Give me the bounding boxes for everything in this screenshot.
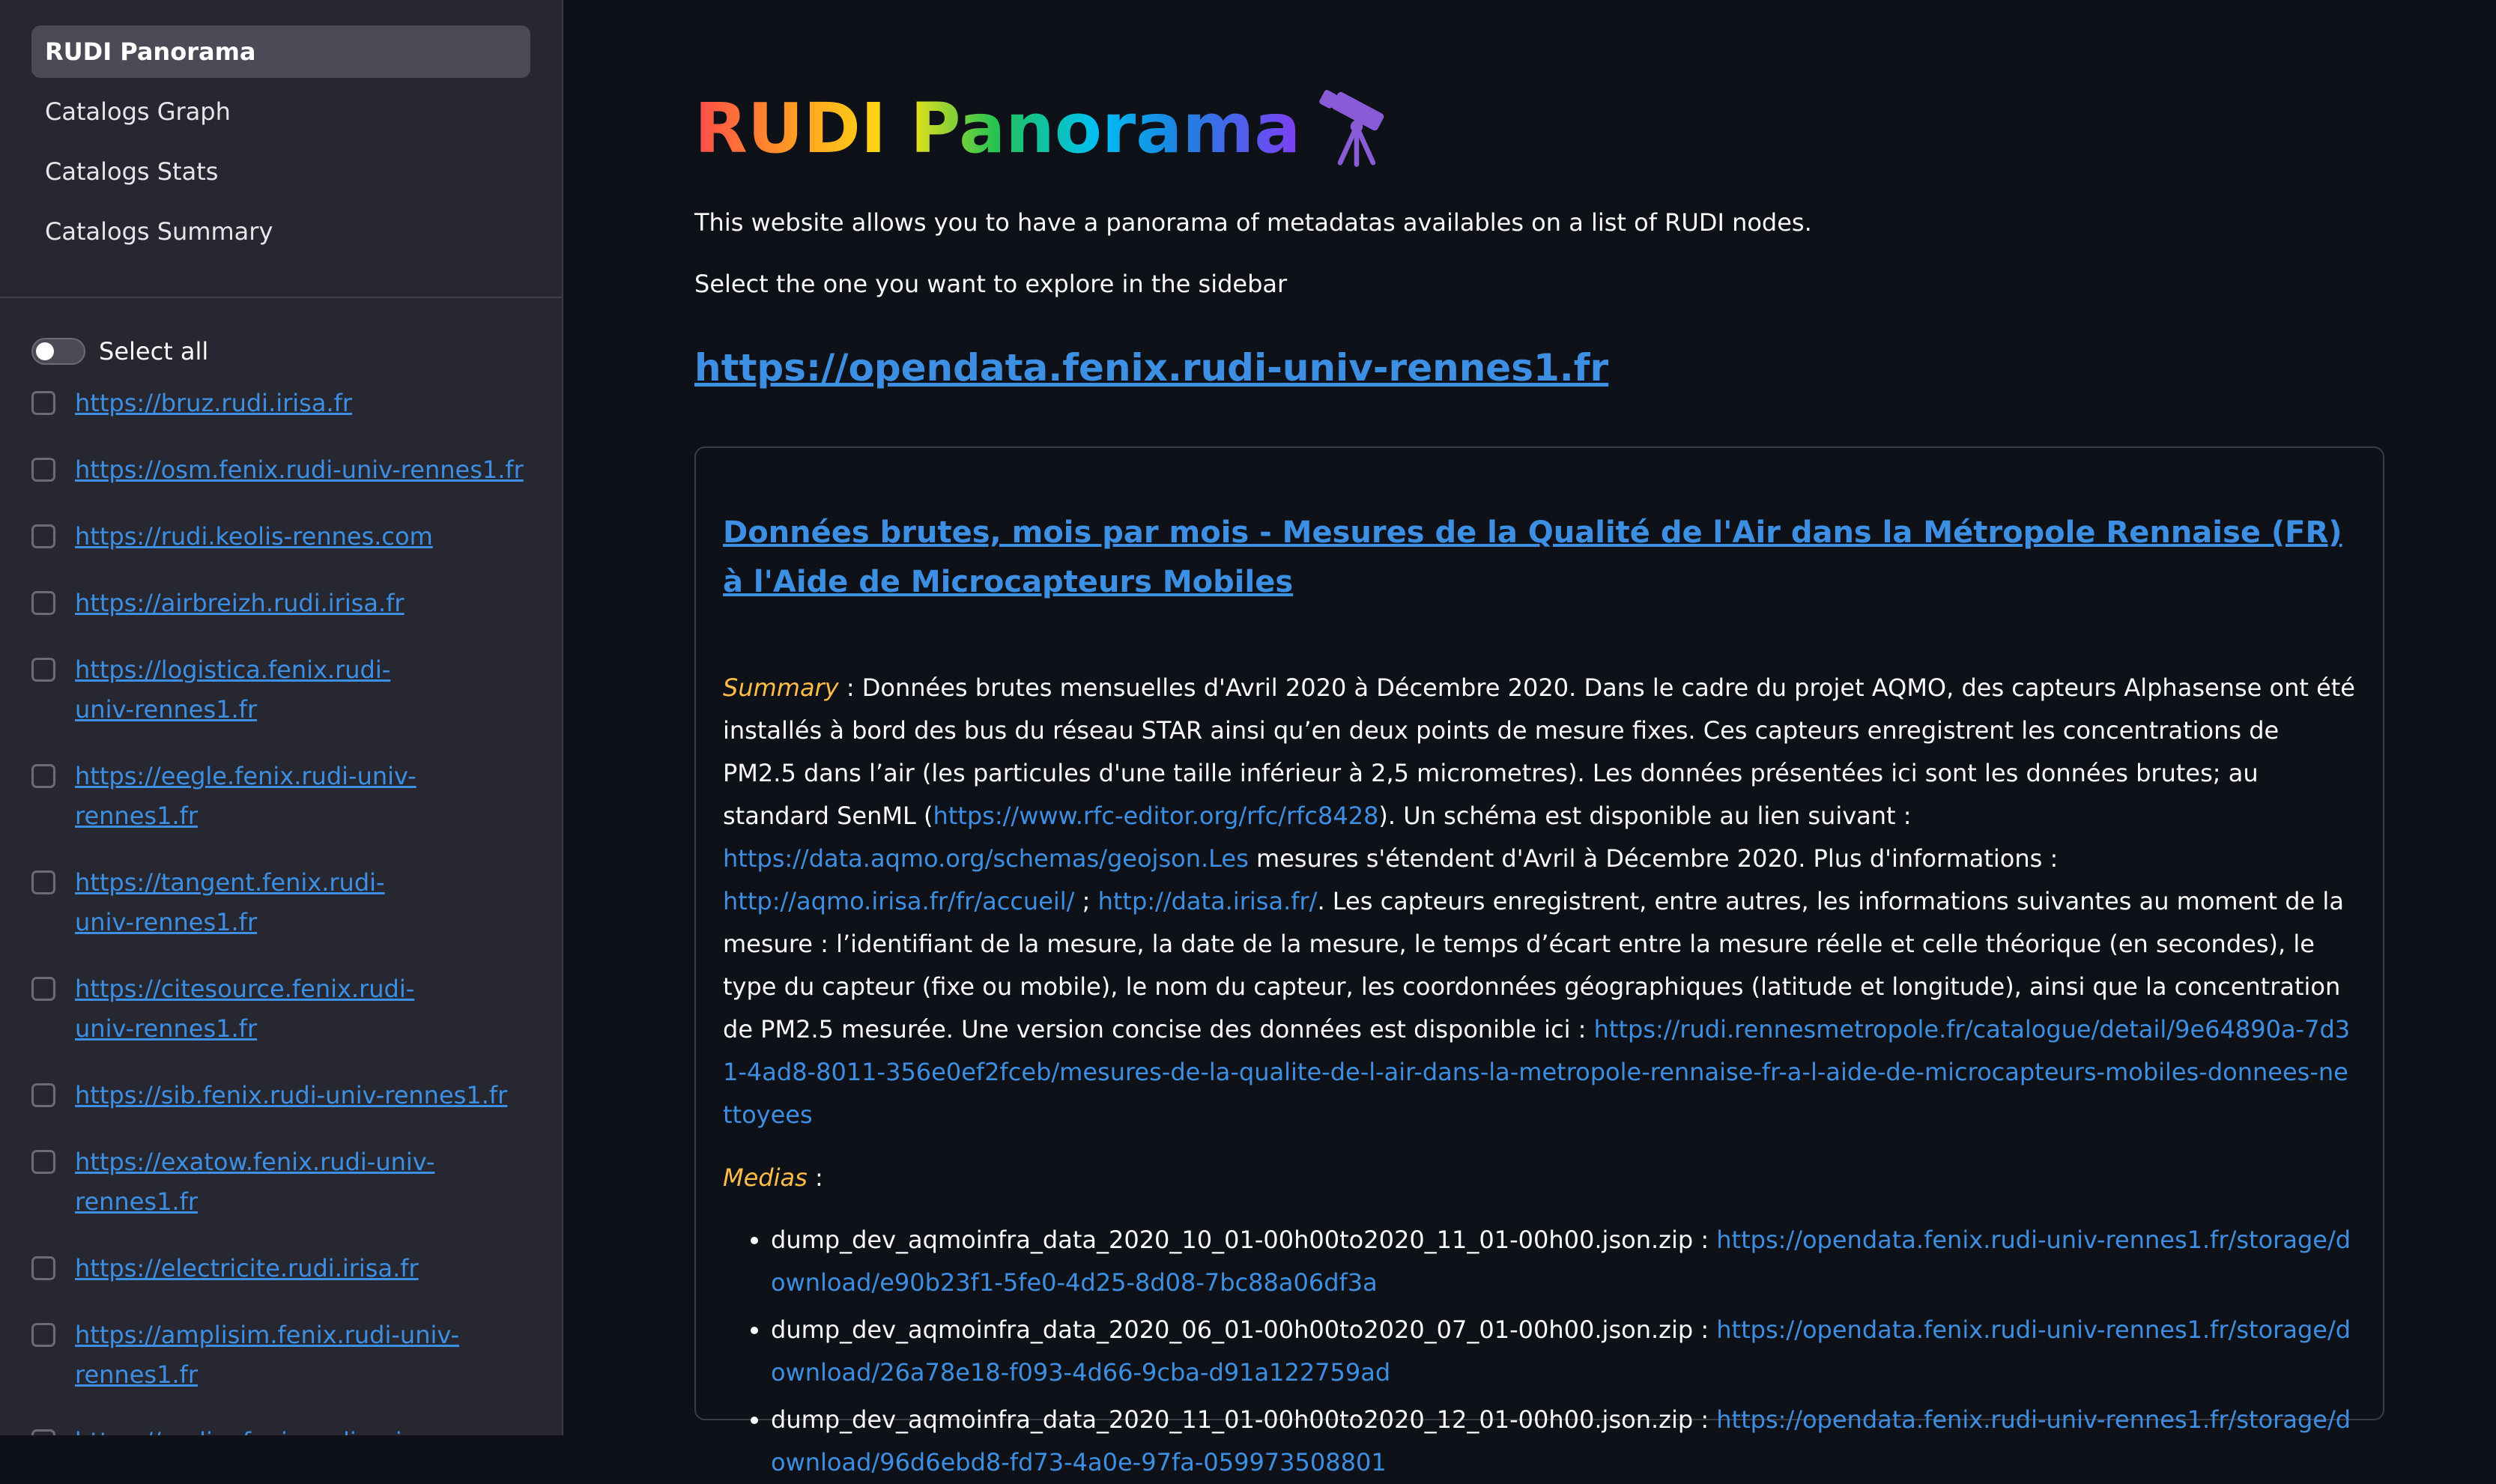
select-all-toggle[interactable] xyxy=(31,338,85,365)
summary-text: mesures s'étendent d'Avril à Décembre 20… xyxy=(1248,844,2059,873)
node-item: https://osm.fenix.rudi-univ-rennes1.fr xyxy=(31,450,562,490)
node-link[interactable]: https://airbreizh.rudi.irisa.fr xyxy=(75,584,524,623)
node-link[interactable]: https://rudi.keolis-rennes.com xyxy=(75,517,524,557)
summary-link[interactable]: http://data.irisa.fr/ xyxy=(1098,887,1318,915)
node-item: https://amplisim.fenix.rudi-univ-rennes1… xyxy=(31,1315,562,1395)
node-checkbox[interactable] xyxy=(31,1429,55,1435)
node-item: https://logistica.fenix.rudi-univ-rennes… xyxy=(31,650,562,730)
media-name: dump_dev_aqmoinfra_data_2020_10_01-00h00… xyxy=(771,1226,1694,1254)
node-checkbox[interactable] xyxy=(31,1323,55,1347)
node-checkbox[interactable] xyxy=(31,524,55,548)
node-item: https://tangent.fenix.rudi-univ-rennes1.… xyxy=(31,863,562,942)
dataset-summary: Summary : Données brutes mensuelles d'Av… xyxy=(723,667,2356,1136)
node-link[interactable]: https://logistica.fenix.rudi-univ-rennes… xyxy=(75,650,434,730)
media-item: dump_dev_aqmoinfra_data_2020_11_01-00h00… xyxy=(771,1399,2356,1484)
node-item: https://citesource.fenix.rudi-univ-renne… xyxy=(31,969,562,1049)
summary-link[interactable]: https://data.aqmo.org/schemas/geojson.Le… xyxy=(723,844,1249,873)
node-link[interactable]: https://tangent.fenix.rudi-univ-rennes1.… xyxy=(75,863,434,942)
summary-link[interactable]: http://aqmo.irisa.fr/fr/accueil/ xyxy=(723,887,1074,915)
nav-item-catalogs-graph[interactable]: Catalogs Graph xyxy=(31,85,530,138)
node-checkbox[interactable] xyxy=(31,658,55,682)
summary-label: Summary xyxy=(723,673,839,702)
node-link[interactable]: https://sib.fenix.rudi-univ-rennes1.fr xyxy=(75,1076,524,1115)
media-item: dump_dev_aqmoinfra_data_2020_06_01-00h00… xyxy=(771,1309,2356,1394)
node-checkbox[interactable] xyxy=(31,1150,55,1174)
node-link[interactable]: https://osm.fenix.rudi-univ-rennes1.fr xyxy=(75,450,524,490)
node-checkbox[interactable] xyxy=(31,591,55,615)
node-checkbox[interactable] xyxy=(31,764,55,788)
node-checkbox[interactable] xyxy=(31,1083,55,1107)
media-name: dump_dev_aqmoinfra_data_2020_06_01-00h00… xyxy=(771,1315,1694,1344)
summary-link[interactable]: https://www.rfc-editor.org/rfc/rfc8428 xyxy=(933,802,1378,830)
node-list: https://bruz.rudi.irisa.fr https://osm.f… xyxy=(31,384,562,1435)
sidebar-nav: RUDI Panorama Catalogs Graph Catalogs St… xyxy=(0,0,562,258)
nav-item-rudi-panorama[interactable]: RUDI Panorama xyxy=(31,25,530,78)
node-link[interactable]: https://amplisim.fenix.rudi-univ-rennes1… xyxy=(75,1315,464,1395)
node-link[interactable]: https://electricite.rudi.irisa.fr xyxy=(75,1249,524,1288)
node-link[interactable]: https://bruz.rudi.irisa.fr xyxy=(75,384,524,423)
node-item: https://sib.fenix.rudi-univ-rennes1.fr xyxy=(31,1076,562,1115)
sidebar-divider xyxy=(0,297,562,298)
node-checkbox[interactable] xyxy=(31,458,55,482)
medias-colon: : xyxy=(807,1163,823,1192)
nav-item-catalogs-stats[interactable]: Catalogs Stats xyxy=(31,145,530,198)
node-link[interactable]: https://citesource.fenix.rudi-univ-renne… xyxy=(75,969,464,1049)
dataset-card: Données brutes, mois par mois - Mesures … xyxy=(694,446,2384,1477)
node-item: https://audiar.fenix.rudi-univ-rennes1.f… xyxy=(31,1422,562,1435)
title-row: RUDI Panorama xyxy=(694,87,2387,169)
node-checkbox[interactable] xyxy=(31,977,55,1001)
media-name: dump_dev_aqmoinfra_data_2020_11_01-00h00… xyxy=(771,1405,1694,1434)
node-item: https://exatow.fenix.rudi-univ-rennes1.f… xyxy=(31,1142,562,1222)
intro-instruction: Select the one you want to explore in th… xyxy=(694,270,1288,298)
summary-text: ). Un schéma est disponible au lien suiv… xyxy=(1378,802,1912,830)
node-item: https://bruz.rudi.irisa.fr xyxy=(31,384,562,423)
medias-list: dump_dev_aqmoinfra_data_2020_10_01-00h00… xyxy=(723,1219,2356,1484)
nav-item-catalogs-summary[interactable]: Catalogs Summary xyxy=(31,205,530,258)
node-item: https://electricite.rudi.irisa.fr xyxy=(31,1249,562,1288)
summary-text: ; xyxy=(1074,887,1098,915)
node-link[interactable]: https://exatow.fenix.rudi-univ-rennes1.f… xyxy=(75,1142,524,1222)
node-heading-link[interactable]: https://opendata.fenix.rudi-univ-rennes1… xyxy=(694,346,2387,390)
media-item: dump_dev_aqmoinfra_data_2020_10_01-00h00… xyxy=(771,1219,2356,1304)
node-link[interactable]: https://audiar.fenix.rudi-univ-rennes1.f… xyxy=(75,1422,524,1435)
page-title: RUDI Panorama xyxy=(694,88,1301,169)
node-checkbox[interactable] xyxy=(31,870,55,894)
node-checkbox[interactable] xyxy=(31,391,55,415)
dataset-title-link[interactable]: Données brutes, mois par mois - Mesures … xyxy=(723,508,2356,607)
main-content: RUDI Panorama This website allows you to… xyxy=(694,0,2387,1477)
select-all-toggle-row[interactable]: Select all xyxy=(31,337,562,366)
intro-text: This website allows you to have a panora… xyxy=(694,208,1812,237)
node-item: https://eegle.fenix.rudi-univ-rennes1.fr xyxy=(31,757,562,836)
node-item: https://rudi.keolis-rennes.com xyxy=(31,517,562,557)
medias-heading: Medias : xyxy=(723,1163,2356,1192)
sidebar: RUDI Panorama Catalogs Graph Catalogs St… xyxy=(0,0,563,1435)
select-all-label: Select all xyxy=(99,337,209,366)
node-link[interactable]: https://eegle.fenix.rudi-univ-rennes1.fr xyxy=(75,757,524,836)
node-item: https://airbreizh.rudi.irisa.fr xyxy=(31,584,562,623)
node-checkbox[interactable] xyxy=(31,1256,55,1280)
medias-label: Medias xyxy=(723,1163,808,1192)
telescope-icon xyxy=(1319,90,1384,167)
